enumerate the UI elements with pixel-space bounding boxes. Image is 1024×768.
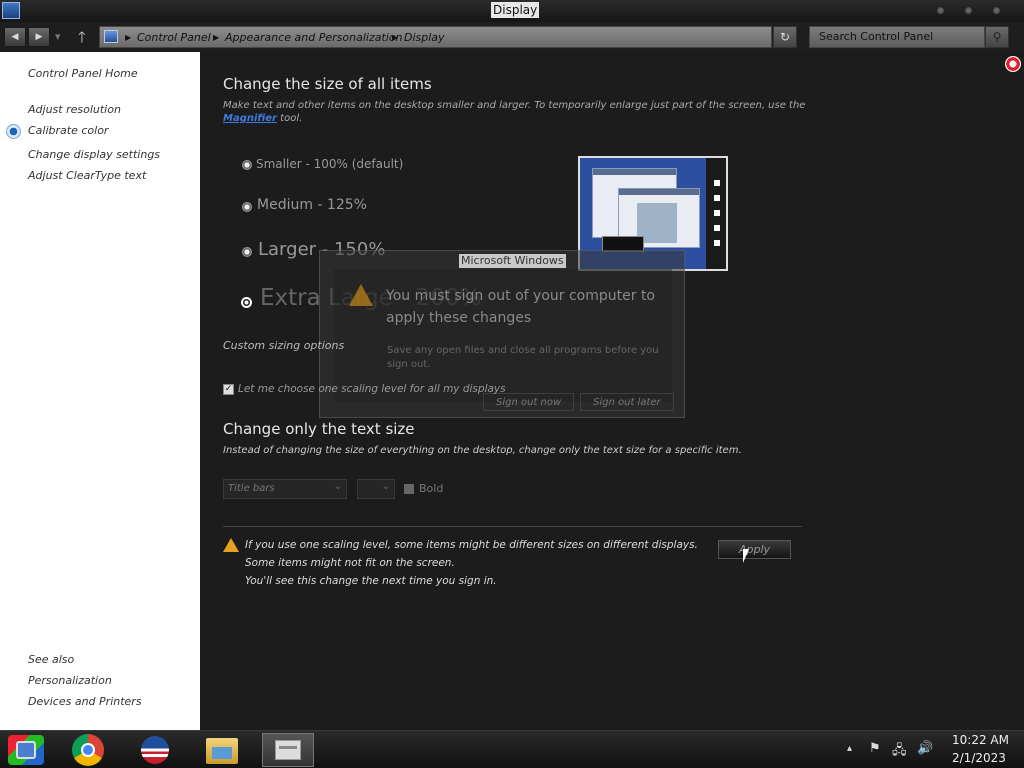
sidebar-adjust-resolution[interactable]: Adjust resolution [28, 103, 121, 116]
note-line-2: Some items might not fit on the screen. [245, 557, 455, 569]
network-icon[interactable]: 🖧 [892, 741, 907, 763]
calibrate-color-icon [6, 124, 21, 139]
radio-extra-large[interactable] [241, 297, 252, 308]
sidebar-adjust-cleartype[interactable]: Adjust ClearType text [28, 169, 146, 182]
option-smaller-label[interactable]: Smaller - 100% (default) [256, 157, 403, 171]
radio-smaller[interactable] [242, 160, 252, 170]
sidebar-personalization[interactable]: Personalization [28, 674, 112, 687]
text-size-description: Instead of changing the size of everythi… [223, 445, 742, 456]
description-text: Make text and other items on the desktop… [223, 100, 806, 111]
volume-icon[interactable]: 🔊 [917, 741, 933, 756]
title-bar: Display [0, 0, 1024, 22]
action-center-flag-icon[interactable]: ⚑ [869, 741, 881, 756]
chrome-icon[interactable] [62, 733, 114, 767]
display-app-icon[interactable] [2, 2, 20, 19]
back-button[interactable]: ◀ [4, 27, 26, 47]
navigation-bar: ◀ ▶ ▾ 🡑 ▶ Control Panel ▶ Appearance and… [0, 22, 1024, 52]
breadcrumb-appearance[interactable]: Appearance and Personalization [225, 30, 403, 46]
magnifier-link[interactable]: Magnifier [223, 113, 277, 124]
text-size-heading: Change only the text size [223, 420, 415, 438]
scaling-checkbox-label[interactable]: Let me choose one scaling level for all … [238, 383, 506, 395]
clock-time[interactable]: 10:22 AM [952, 733, 1009, 747]
address-bar[interactable]: ▶ Control Panel ▶ Appearance and Persona… [99, 26, 772, 48]
radio-medium[interactable] [242, 202, 252, 212]
dialog-message: You must sign out of your computer to [386, 288, 655, 304]
close-button[interactable] [992, 6, 1001, 15]
note-line-3: You'll see this change the next time you… [245, 575, 497, 587]
control-panel-icon [104, 30, 118, 43]
dialog-title: Microsoft Windows [459, 254, 566, 268]
recent-locations-icon[interactable]: ▾ [55, 30, 61, 43]
obama-logo-icon[interactable] [129, 733, 181, 767]
radio-larger[interactable] [242, 247, 252, 257]
apply-button[interactable]: Apply [718, 540, 791, 559]
search-input[interactable]: Search Control Panel [809, 26, 985, 48]
note-line-1: If you use one scaling level, some items… [245, 539, 698, 551]
clock-date[interactable]: 2/1/2023 [952, 751, 1006, 765]
sign-out-later-button[interactable]: Sign out later [580, 393, 674, 411]
description-line-2: Magnifier tool. [223, 113, 302, 124]
divider [223, 526, 802, 527]
dialog-detail: Save any open files and close all progra… [387, 345, 659, 356]
maximize-button[interactable] [964, 6, 973, 15]
start-button[interactable] [8, 735, 44, 765]
minimize-button[interactable] [936, 6, 945, 15]
breadcrumb-control-panel[interactable]: Control Panel [137, 30, 211, 46]
window-title: Display [491, 2, 540, 18]
bold-checkbox[interactable] [404, 484, 414, 494]
forward-button[interactable]: ▶ [28, 27, 50, 47]
help-icon[interactable] [1005, 56, 1021, 72]
see-also-heading: See also [28, 653, 75, 666]
breadcrumb-display[interactable]: Display [404, 30, 445, 46]
file-explorer-icon[interactable] [196, 733, 248, 767]
sidebar-calibrate-color[interactable]: Calibrate color [28, 124, 108, 137]
mouse-cursor-icon [743, 549, 749, 563]
main-content: Change the size of all items Make text a… [200, 52, 1024, 730]
refresh-button[interactable]: ↻ [773, 26, 797, 48]
option-medium-label[interactable]: Medium - 125% [257, 197, 367, 213]
sidebar-change-display-settings[interactable]: Change display settings [28, 148, 160, 161]
sign-out-now-button[interactable]: Sign out now [483, 393, 575, 411]
custom-sizing-link[interactable]: Custom sizing options [223, 339, 344, 352]
breadcrumb-separator-icon: ▶ [392, 33, 399, 42]
sidebar-devices-printers[interactable]: Devices and Printers [28, 695, 142, 708]
warning-icon [349, 284, 373, 306]
description-tail: tool. [277, 113, 303, 124]
up-arrow-icon[interactable]: 🡑 [78, 27, 86, 52]
control-panel-taskbar-icon[interactable] [262, 733, 314, 767]
sidebar-control-panel-home[interactable]: Control Panel Home [28, 67, 138, 80]
breadcrumb-separator-icon: ▶ [213, 33, 220, 42]
dialog-message-2: apply these changes [386, 310, 532, 326]
taskbar: ▴ ⚑ 🖧 🔊 10:22 AM 2/1/2023 [0, 730, 1024, 768]
dialog-detail-2: sign out. [387, 359, 431, 370]
bold-label[interactable]: Bold [419, 482, 443, 495]
scaling-checkbox[interactable]: ✓ [223, 384, 234, 395]
breadcrumb-separator-icon: ▶ [125, 33, 132, 42]
size-select[interactable] [357, 478, 395, 499]
warning-icon [223, 538, 239, 552]
search-icon[interactable]: ⚲ [985, 26, 1009, 48]
show-hidden-icons[interactable]: ▴ [847, 743, 852, 754]
item-select[interactable]: Title bars [223, 478, 347, 499]
page-title: Change the size of all items [223, 75, 432, 93]
sidebar: Control Panel Home Adjust resolution Cal… [0, 52, 200, 730]
